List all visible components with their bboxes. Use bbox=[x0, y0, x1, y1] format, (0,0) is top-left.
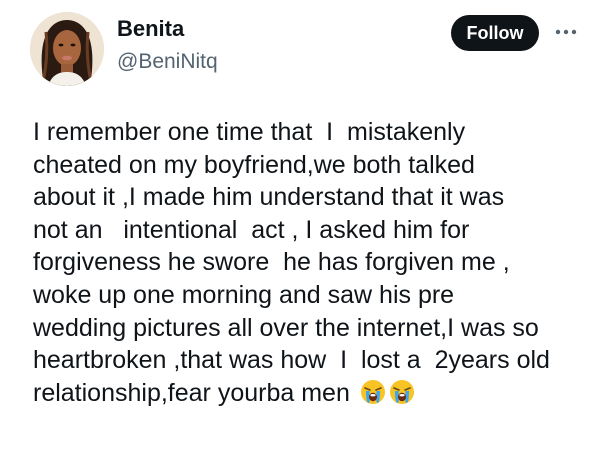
tweet-text-line: cheated on my boyfriend,we both talked bbox=[33, 150, 475, 179]
tweet-text-line: heartbroken ,that was how I lost a 2year… bbox=[33, 346, 550, 375]
follow-button[interactable]: Follow bbox=[451, 15, 539, 51]
avatar-photo bbox=[30, 12, 104, 86]
tweet-text-line: forgiveness he swore he has forgiven me … bbox=[33, 248, 510, 277]
tweet-text-line: I remember one time that I mistakenly bbox=[33, 118, 466, 146]
tweet-text-line-last: relationship,fear yourba men bbox=[33, 377, 588, 410]
tweet-text: I remember one time that I mistakenly ch… bbox=[33, 116, 588, 409]
tweet-text-line: wedding pictures all over the internet,I… bbox=[33, 313, 539, 342]
avatar[interactable] bbox=[30, 12, 104, 86]
user-handle[interactable]: @BeniNitq bbox=[117, 48, 218, 76]
tweet-text-line: relationship,fear yourba men bbox=[33, 378, 357, 407]
tweet-card: Benita @BeniNitq Follow I remember one t… bbox=[0, 0, 597, 452]
display-name[interactable]: Benita bbox=[117, 14, 218, 44]
loudly-crying-face-icon bbox=[389, 379, 415, 405]
tweet-text-line: about it ,I made him understand that it … bbox=[33, 183, 505, 212]
tweet-text-line: woke up one morning and saw his pre bbox=[33, 280, 455, 309]
tweet-text-line: not an intentional act , I asked him for bbox=[33, 215, 470, 244]
more-horizontal-icon[interactable] bbox=[553, 22, 579, 42]
user-info: Benita @BeniNitq bbox=[117, 14, 218, 76]
loudly-crying-face-icon bbox=[360, 379, 386, 405]
